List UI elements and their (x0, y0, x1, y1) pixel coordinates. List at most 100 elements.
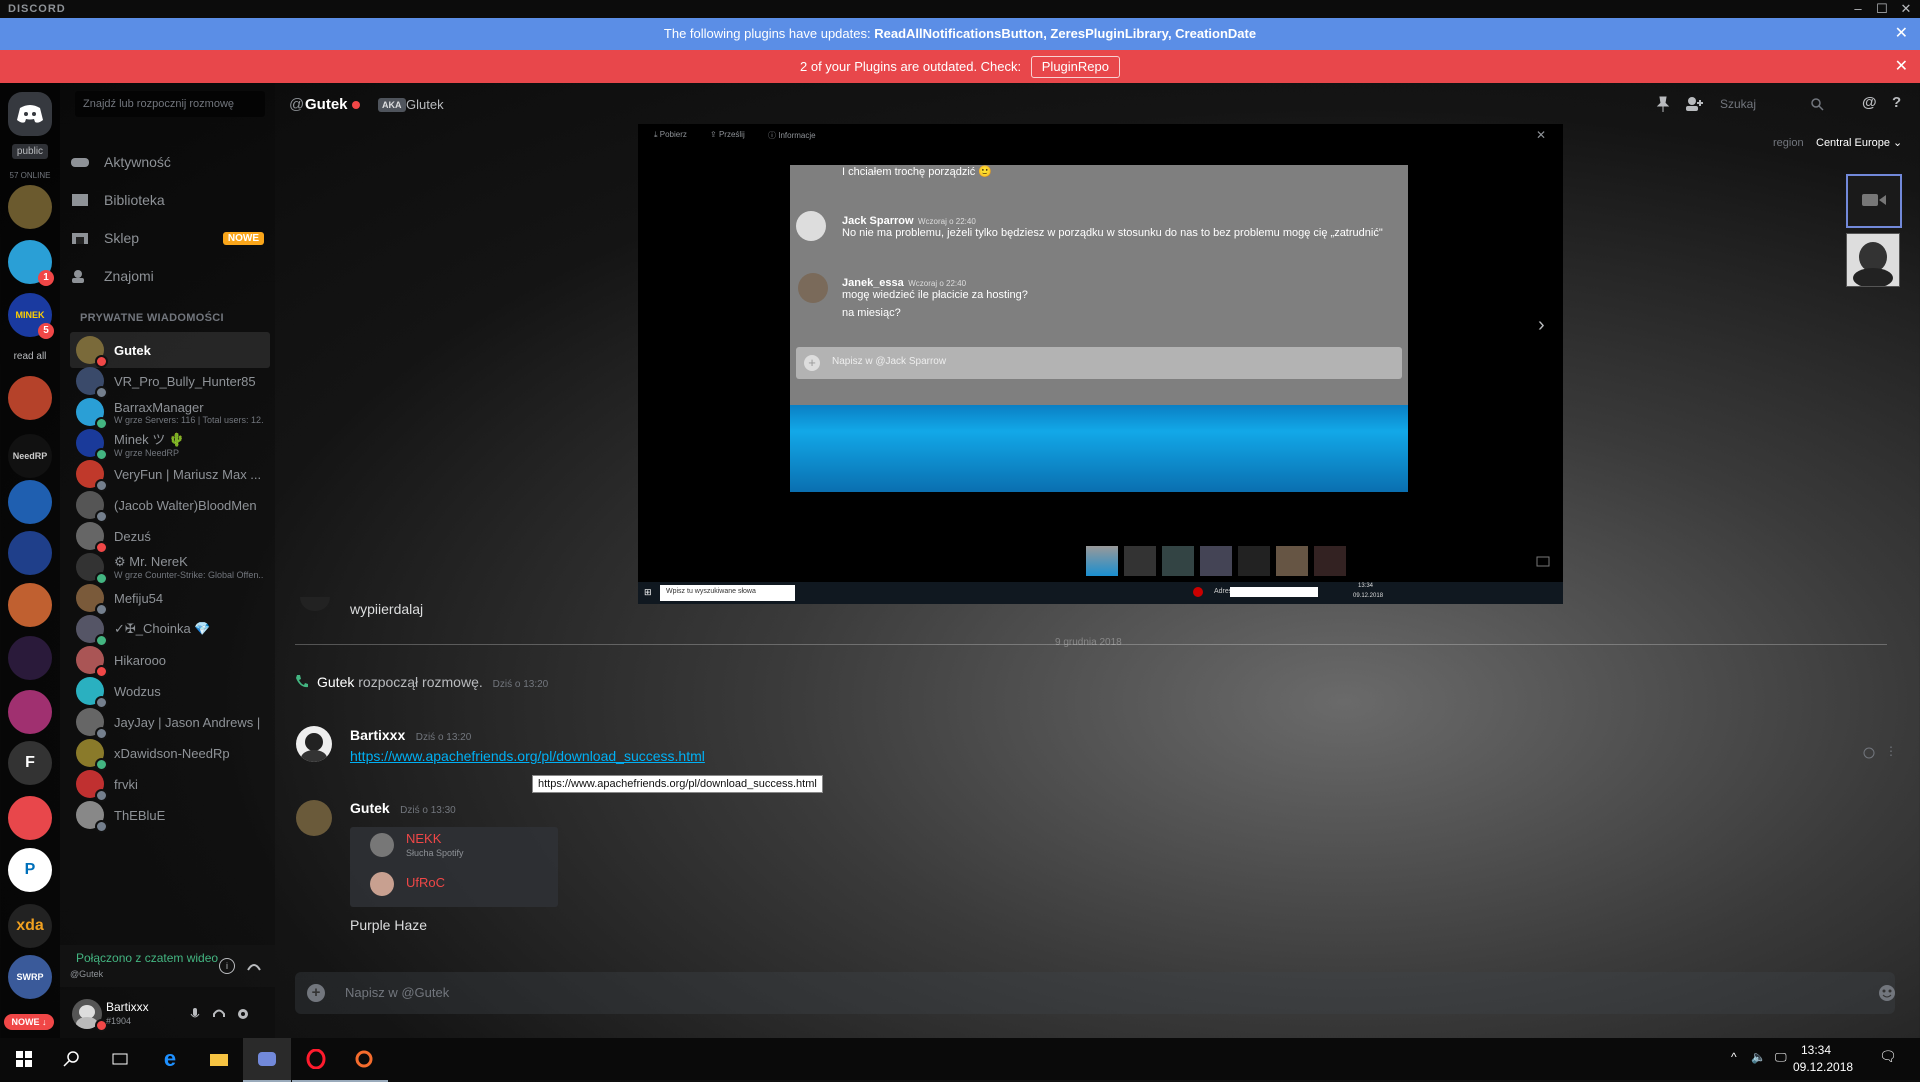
thumbnail[interactable] (1162, 546, 1194, 576)
guild-flower-server[interactable] (8, 796, 52, 840)
volume-icon[interactable]: 🔈 (1751, 1050, 1766, 1064)
minimize-button[interactable]: – (1851, 1, 1865, 16)
thumbnail[interactable] (1086, 546, 1118, 576)
home-button[interactable] (8, 92, 52, 136)
next-image-chevron-icon[interactable]: › (1538, 314, 1545, 337)
avatar (76, 429, 108, 461)
dm-search-input[interactable]: Znajdź lub rozpocznij rozmowę (75, 91, 265, 117)
thumbnail[interactable] (1276, 546, 1308, 576)
library-icon (72, 194, 88, 206)
guild-character2-server[interactable] (8, 690, 52, 734)
thumbnail[interactable] (1124, 546, 1156, 576)
video-tile-participant[interactable] (1846, 233, 1900, 287)
avatar (76, 646, 108, 678)
message-author[interactable]: Bartixxx (350, 727, 405, 743)
close-icon[interactable]: ✕ (1895, 18, 1908, 50)
clock-time[interactable]: 13:34 (1801, 1043, 1831, 1057)
add-reaction-icon[interactable] (1862, 746, 1876, 760)
info-icon[interactable]: i (219, 958, 235, 974)
embed-user-name[interactable]: NEKK (406, 831, 441, 846)
nav-library[interactable]: Biblioteka (70, 184, 270, 216)
nav-friends[interactable]: Znajomi (70, 260, 270, 292)
plugin-updates-list[interactable]: ReadAllNotificationsButton, ZeresPluginL… (874, 26, 1256, 41)
guild-f-server[interactable]: F (8, 741, 52, 785)
guild-dog-server[interactable] (8, 185, 52, 229)
voice-status-bar: Połączono z czatem wideo @Gutek i (60, 945, 275, 987)
guild-xda-server[interactable]: xda (8, 904, 52, 948)
network-icon[interactable]: 🖵 (1775, 1050, 1787, 1065)
info-button[interactable]: ⓘ Informacje (768, 130, 816, 141)
embed-card[interactable]: NEKK Słucha Spotify UfRoC (350, 827, 558, 907)
clock-date[interactable]: 09.12.2018 (1793, 1060, 1853, 1074)
plugin-updates-banner: The following plugins have updates: Read… (0, 18, 1920, 50)
gamepad-icon (71, 158, 89, 167)
viewer-close-icon[interactable]: ✕ (1536, 128, 1546, 142)
show-hidden-icons-chevron-icon[interactable]: ^ (1731, 1050, 1737, 1064)
video-tile-self[interactable] (1846, 174, 1902, 228)
maximize-button[interactable]: ☐ (1875, 1, 1889, 17)
avatar (370, 833, 394, 857)
avatar (76, 367, 108, 399)
thumbnail[interactable] (1314, 546, 1346, 576)
share-button[interactable]: ⇪ Prześlij (710, 130, 745, 139)
notifications-icon[interactable]: 🗨 (1879, 1048, 1897, 1065)
thumbnail[interactable] (1238, 546, 1270, 576)
search-button[interactable] (48, 1038, 96, 1080)
guild-b-server[interactable] (8, 636, 52, 680)
mentions-icon[interactable]: @ (1862, 94, 1877, 111)
microphone-icon[interactable] (189, 1007, 201, 1021)
message-composer[interactable]: + Napisz w @Gutek (295, 972, 1895, 1014)
avatar[interactable] (296, 800, 332, 836)
message-link[interactable]: https://www.apachefriends.org/pl/downloa… (350, 748, 705, 764)
guild-anime-server[interactable] (8, 376, 52, 420)
guild-character-server[interactable] (8, 583, 52, 627)
guild-needrp-server[interactable]: NeedRP (8, 434, 52, 478)
headphones-icon[interactable] (212, 1007, 226, 1021)
pin-icon[interactable] (1656, 95, 1670, 113)
avatar[interactable] (296, 726, 332, 762)
edge-button[interactable]: e (146, 1038, 194, 1080)
opera-button[interactable] (292, 1038, 340, 1082)
guild-swrp-server[interactable]: SWRP (8, 955, 52, 999)
new-messages-badge[interactable]: NOWE ↓ (4, 1014, 54, 1030)
add-friend-icon[interactable] (1684, 95, 1704, 113)
read-all-button[interactable]: read all (0, 351, 60, 362)
attach-plus-icon[interactable]: + (307, 984, 325, 1002)
avatar[interactable] (300, 597, 330, 611)
fullscreen-icon[interactable] (1536, 554, 1550, 568)
emoji-icon[interactable] (1877, 983, 1897, 1003)
system-message-time: Dziś o 13:20 (492, 679, 549, 690)
guild-emblem-server[interactable] (8, 531, 52, 575)
discord-taskbar-button[interactable] (243, 1038, 291, 1082)
thumbnail[interactable] (1200, 546, 1232, 576)
plugin-repo-button[interactable]: PluginRepo (1030, 56, 1120, 78)
more-options-icon[interactable]: ⋮ (1885, 744, 1897, 758)
download-button[interactable]: ⤓ Pobierz (654, 130, 687, 140)
close-window-button[interactable]: ✕ (1899, 1, 1913, 17)
opera-icon (306, 1049, 326, 1069)
public-label[interactable]: public (11, 144, 49, 159)
settings-gear-icon[interactable] (236, 1007, 250, 1021)
file-explorer-button[interactable] (195, 1038, 243, 1080)
mention-badge: 1 (38, 270, 54, 286)
nav-activity[interactable]: Aktywność (70, 146, 270, 178)
disconnect-icon[interactable] (246, 958, 262, 974)
date-divider-label: 9 grudnia 2018 (1055, 637, 1122, 648)
start-button[interactable] (0, 1038, 48, 1080)
message-author[interactable]: Gutek (350, 800, 390, 816)
task-view-button[interactable] (96, 1038, 144, 1080)
nav-store[interactable]: Sklep NOWE (70, 222, 270, 254)
region-select[interactable]: Central Europe ⌄ (1816, 136, 1902, 149)
embed-user-name[interactable]: UfRoC (406, 875, 445, 890)
help-icon[interactable]: ? (1892, 94, 1901, 111)
system-message-author[interactable]: Gutek (317, 674, 354, 690)
nav-store-label: Sklep (104, 230, 140, 246)
guild-paypal-server[interactable]: P (8, 848, 52, 892)
close-icon[interactable]: ✕ (1895, 50, 1908, 83)
origin-button[interactable] (340, 1038, 388, 1082)
dm-item[interactable]: ThEBluE (70, 797, 270, 833)
search-input[interactable]: Szukaj (1712, 92, 1830, 116)
screenshot-taskbar: ⊞ Wpisz tu wyszukiwane słowa Adres 13:34… (638, 582, 1563, 604)
guild-medical-server[interactable] (8, 480, 52, 524)
phone-call-icon (296, 675, 308, 688)
